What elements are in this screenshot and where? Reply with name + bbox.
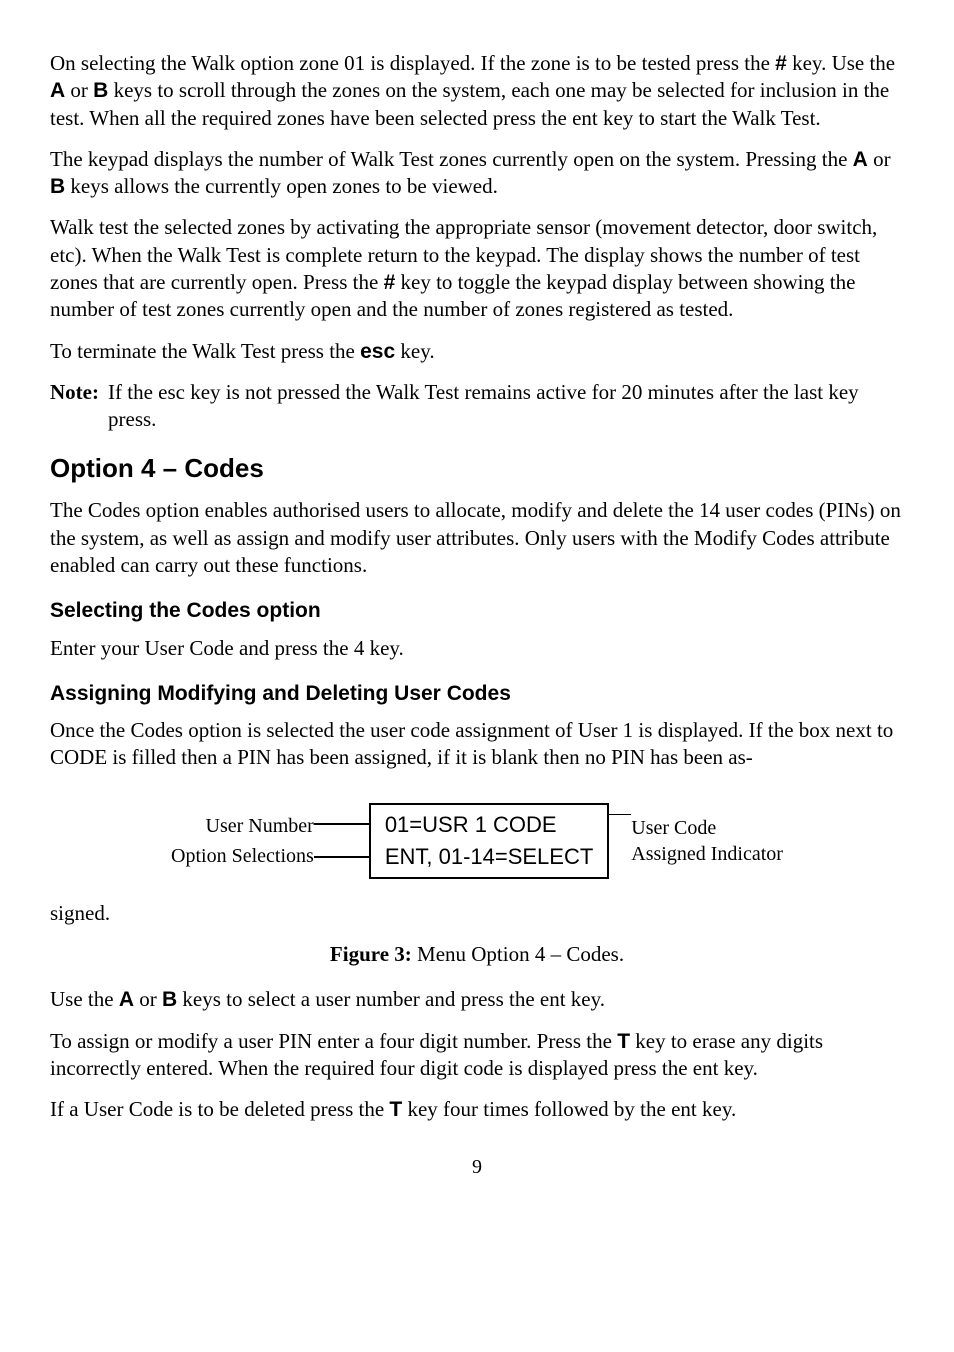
figure-left-labels: User Number Option Selections [171, 811, 314, 871]
note-block: Note: If the esc key is not pressed the … [50, 379, 904, 434]
key-star-icon: T [617, 1030, 630, 1053]
note-label: Note: [50, 379, 108, 434]
key-b: B [50, 175, 65, 198]
lcd-line-2: ENT, 01-14=SELECT [385, 841, 593, 873]
text: If a User Code is to be deleted press th… [50, 1097, 389, 1121]
lcd-line-1: 01=USR 1 CODE [385, 809, 593, 841]
key-a: A [50, 79, 65, 102]
label-user-number: User Number [171, 811, 314, 841]
paragraph-signed: signed. [50, 900, 904, 927]
key-b: B [93, 79, 108, 102]
text: or [134, 987, 162, 1011]
paragraph-assign-pin: To assign or modify a user PIN enter a f… [50, 1028, 904, 1083]
connector-right [609, 802, 631, 880]
heading-assign-codes: Assigning Modifying and Deleting User Co… [50, 680, 904, 707]
paragraph-codes-intro: The Codes option enables authorised user… [50, 497, 904, 579]
text: keys allows the currently open zones to … [65, 174, 498, 198]
key-b: B [162, 988, 177, 1011]
lcd-display: 01=USR 1 CODE ENT, 01-14=SELECT [369, 803, 609, 879]
label-option-selections: Option Selections [171, 841, 314, 871]
label-user-code: User Code [631, 815, 783, 841]
paragraph-select-user: Use the A or B keys to select a user num… [50, 986, 904, 1013]
note-text: If the esc key is not pressed the Walk T… [108, 379, 904, 434]
key-a: A [853, 148, 868, 171]
text: To terminate the Walk Test press the [50, 339, 360, 363]
paragraph-keypad-open: The keypad displays the number of Walk T… [50, 146, 904, 201]
figure-title: Menu Option 4 – Codes. [412, 942, 624, 966]
paragraph-codes-selected: Once the Codes option is selected the us… [50, 717, 904, 772]
text: The keypad displays the number of Walk T… [50, 147, 853, 171]
text: keys to scroll through the zones on the … [50, 78, 889, 129]
figure-caption: Figure 3: Menu Option 4 – Codes. [50, 941, 904, 968]
text: or [868, 147, 891, 171]
text: or [65, 78, 93, 102]
page-number: 9 [50, 1154, 904, 1180]
key-a: A [119, 988, 134, 1011]
line-icon [314, 823, 369, 825]
paragraph-walk-select: On selecting the Walk option zone 01 is … [50, 50, 904, 132]
line-icon [609, 814, 631, 816]
paragraph-delete-code: If a User Code is to be deleted press th… [50, 1096, 904, 1123]
figure-right-labels: User Code Assigned Indicator [631, 815, 783, 867]
figure-3: User Number Option Selections 01=USR 1 C… [50, 802, 904, 880]
text: To assign or modify a user PIN enter a f… [50, 1029, 617, 1053]
text: keys to select a user number and press t… [177, 987, 605, 1011]
key-star-icon: T [389, 1098, 402, 1121]
heading-option-4: Option 4 – Codes [50, 452, 904, 486]
paragraph-enter-code: Enter your User Code and press the 4 key… [50, 635, 904, 662]
text: key four times followed by the ent key. [402, 1097, 736, 1121]
text: key. [395, 339, 434, 363]
text: Use the [50, 987, 119, 1011]
line-icon [314, 856, 369, 858]
key-esc: esc [360, 340, 395, 363]
text: key. Use the [787, 51, 895, 75]
label-assigned-indicator: Assigned Indicator [631, 841, 783, 867]
key-hash: # [384, 271, 396, 294]
text: On selecting the Walk option zone 01 is … [50, 51, 775, 75]
figure-inner: User Number Option Selections 01=USR 1 C… [171, 802, 783, 880]
paragraph-terminate: To terminate the Walk Test press the esc… [50, 338, 904, 365]
heading-selecting-codes: Selecting the Codes option [50, 597, 904, 624]
connector-left [314, 808, 369, 874]
figure-number: Figure 3: [330, 942, 412, 966]
key-hash: # [775, 52, 787, 75]
paragraph-walk-test: Walk test the selected zones by activati… [50, 214, 904, 323]
